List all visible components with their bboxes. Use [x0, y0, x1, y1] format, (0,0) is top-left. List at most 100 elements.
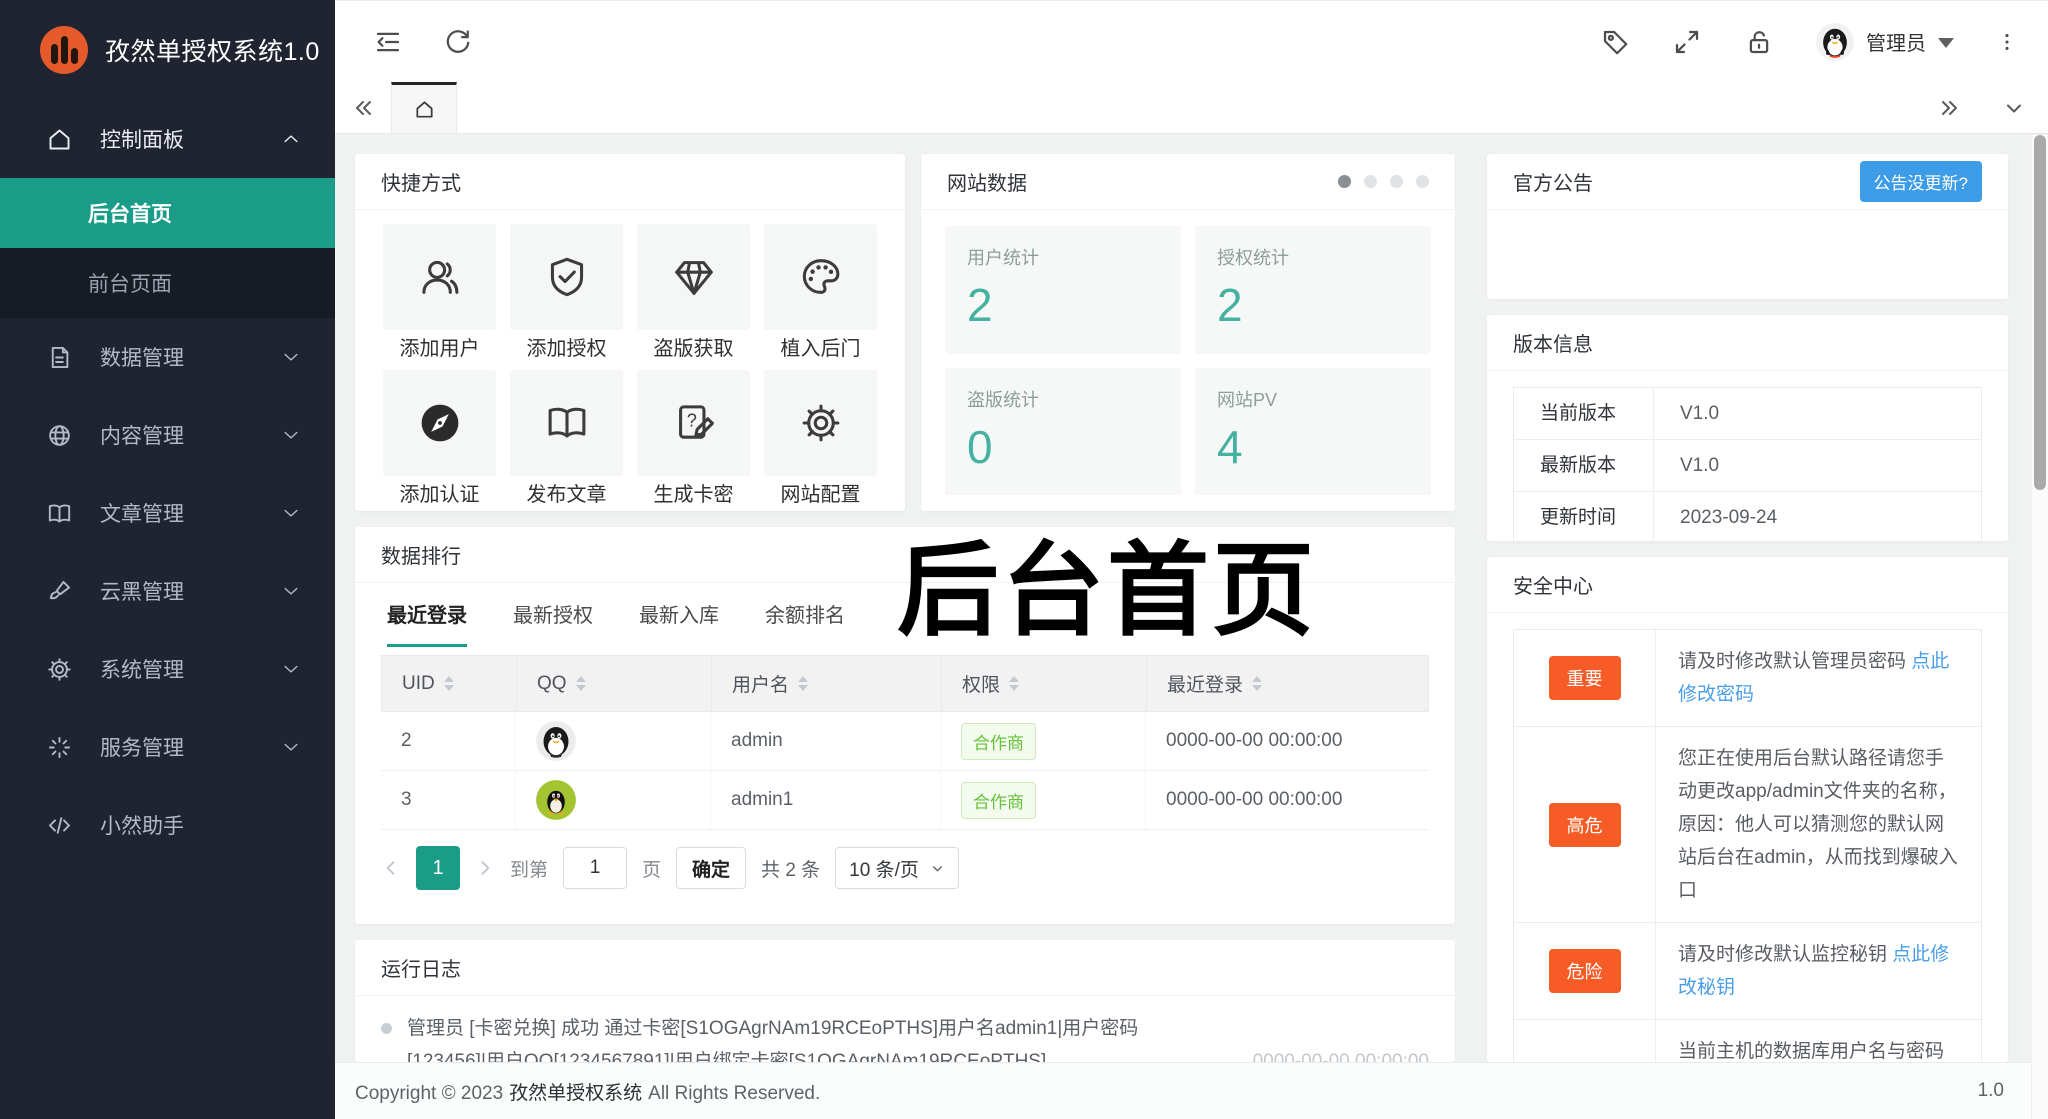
unlock-icon[interactable] [1744, 27, 1774, 57]
sidebar: 孜然单授权系统1.0 控制面板 后台首页 前台页面 数据管理 内容管理 文章管理… [0, 0, 335, 1119]
column-header-username[interactable]: 用户名 [712, 656, 942, 711]
sidebar-item-article-management[interactable]: 文章管理 [0, 474, 335, 552]
announcement-panel: 官方公告 公告没更新? [1487, 154, 2008, 299]
sidebar-item-service-management[interactable]: 服务管理 [0, 708, 335, 786]
log-timestamp: 0000-00-00 00:00:00 [1252, 1051, 1429, 1062]
sidebar-subitem-label: 前台页面 [88, 273, 172, 296]
current-page-button[interactable]: 1 [416, 846, 460, 890]
tabs-scroll-right-icon[interactable] [1922, 96, 1978, 120]
security-table: 重要 请及时修改默认管理员密码 点此修改密码 高危 您正在使用后台默认路径请您手… [1513, 629, 1982, 1062]
sidebar-item-data-management[interactable]: 数据管理 [0, 318, 335, 396]
security-row: 高危 您正在使用后台默认路径请您手动更改app/admin文件夹的名称，原因：他… [1514, 727, 1981, 923]
quick-action-backdoor[interactable]: 植入后门 [764, 224, 877, 362]
quick-action-publish-article[interactable]: 发布文章 [510, 370, 623, 508]
main-area: 管理员 后台首页 快捷方式 添加用户 添加授权 盗版获取 植入后门 添加认证 发… [335, 0, 2048, 1119]
tag-icon[interactable] [1600, 27, 1630, 57]
footer-version: 1.0 [1977, 1080, 2004, 1101]
svg-text:?: ? [686, 410, 696, 430]
quick-action-add-license[interactable]: 添加授权 [510, 224, 623, 362]
book-icon [46, 500, 73, 527]
sidebar-item-cloudblack-management[interactable]: 云黑管理 [0, 552, 335, 630]
stat-card-licenses: 授权统计 2 [1195, 226, 1431, 354]
refresh-icon[interactable] [443, 27, 473, 57]
app-title: 孜然单授权系统1.0 [105, 38, 320, 66]
confirm-page-button[interactable]: 确定 [676, 847, 747, 889]
tab-latest-storage[interactable]: 最新入库 [639, 583, 719, 647]
tab-recent-login[interactable]: 最近登录 [387, 583, 467, 647]
table-row: 3 admin1 合作商 0000-00-00 00:00:00 [381, 771, 1429, 830]
version-row: 最新版本 V1.0 [1514, 440, 1981, 492]
sidebar-item-frontend-page[interactable]: 前台页面 [0, 248, 335, 318]
compass-icon [421, 404, 458, 442]
chevron-down-icon [1938, 38, 1954, 48]
carousel-dot[interactable] [1390, 175, 1403, 188]
column-header-permission[interactable]: 权限 [942, 656, 1147, 711]
tab-home[interactable] [391, 82, 457, 133]
sidebar-item-backend-home[interactable]: 后台首页 [0, 178, 335, 248]
next-page-icon[interactable] [475, 858, 495, 878]
fullscreen-icon[interactable] [1672, 27, 1702, 57]
stat-card-pv: 网站PV 4 [1195, 367, 1431, 495]
code-icon [46, 812, 73, 839]
column-header-uid[interactable]: UID [382, 656, 517, 711]
quick-action-add-user[interactable]: 添加用户 [383, 224, 496, 362]
quick-action-site-config[interactable]: 网站配置 [764, 370, 877, 508]
role-badge: 合作商 [961, 781, 1036, 819]
table-row: 2 admin 合作商 0000-00-00 00:00:00 [381, 712, 1429, 771]
announcement-refresh-button[interactable]: 公告没更新? [1859, 161, 1982, 202]
sort-carets-icon [1009, 676, 1020, 691]
footer-brand: 孜然单授权系统 [509, 1082, 643, 1104]
panel-title: 官方公告 [1513, 173, 1593, 195]
carousel-dot[interactable] [1364, 175, 1377, 188]
sidebar-item-system-management[interactable]: 系统管理 [0, 630, 335, 708]
app-window: 孜然单授权系统1.0 控制面板 后台首页 前台页面 数据管理 内容管理 文章管理… [0, 0, 2048, 1119]
tabs-scroll-left-icon[interactable] [335, 82, 391, 133]
tab-balance-ranking[interactable]: 余额排名 [765, 583, 845, 647]
tabbar [335, 82, 2048, 134]
quick-action-add-auth[interactable]: 添加认证 [383, 370, 496, 508]
log-entry: 管理员 [卡密兑换] 成功 通过卡密[S1OGAgrNAm19RCEoPTHS]… [381, 1012, 1429, 1062]
quick-action-piracy-capture[interactable]: 盗版获取 [637, 224, 750, 362]
security-row: 重要 请及时修改默认管理员密码 点此修改密码 [1514, 630, 1981, 727]
sidebar-item-content-management[interactable]: 内容管理 [0, 396, 335, 474]
tab-latest-license[interactable]: 最新授权 [513, 583, 593, 647]
collapse-sidebar-icon[interactable] [373, 27, 403, 57]
scrollbar-track[interactable] [2031, 135, 2048, 1119]
role-badge: 合作商 [961, 722, 1036, 760]
username-label: 管理员 [1866, 33, 1926, 55]
sidebar-item-control-panel[interactable]: 控制面板 [0, 100, 335, 178]
carousel-dot[interactable] [1416, 175, 1429, 188]
chevron-down-icon [281, 737, 301, 757]
sidebar-item-assistant[interactable]: 小然助手 [0, 786, 335, 864]
cell-lastlogin: 0000-00-00 00:00:00 [1166, 789, 1343, 810]
log-bullet-icon [381, 1023, 392, 1034]
user-add-icon [421, 260, 458, 294]
copyright-text: Copyright © 2023 孜然单授权系统 All Rights Reserv… [355, 1082, 821, 1104]
scrollbar-thumb[interactable] [2034, 135, 2046, 490]
chevron-up-icon [281, 129, 301, 149]
home-icon [46, 126, 73, 153]
quick-action-generate-cardkey[interactable]: ? 生成卡密 [637, 370, 750, 508]
cell-username: admin1 [711, 771, 941, 829]
column-header-lastlogin[interactable]: 最近登录 [1147, 656, 1428, 711]
version-row: 更新时间 2023-09-24 [1514, 492, 1981, 543]
sidebar-item-label: 内容管理 [100, 425, 184, 448]
user-menu[interactable]: 管理员 [1816, 22, 1954, 61]
dashboard-content: 后台首页 快捷方式 添加用户 添加授权 盗版获取 植入后门 添加认证 发布文章 … [335, 134, 2048, 1062]
tabs-menu-icon[interactable] [1986, 96, 2042, 120]
kebab-menu-icon[interactable] [1996, 27, 2018, 57]
palette-icon [802, 259, 839, 294]
sidebar-item-label: 数据管理 [100, 347, 184, 370]
page-number-input[interactable] [563, 847, 628, 889]
page-size-select[interactable]: 10 条/页 [835, 847, 959, 889]
column-header-qq[interactable]: QQ [517, 656, 712, 711]
gear-icon [46, 656, 73, 683]
chevron-down-icon [281, 503, 301, 523]
stat-card-users: 用户统计 2 [945, 226, 1181, 354]
ranking-tabs: 最近登录 最新授权 最新入库 余额排名 [355, 583, 1455, 647]
sidebar-item-label: 文章管理 [100, 503, 184, 526]
sort-carets-icon [1252, 676, 1263, 691]
carousel-dot[interactable] [1338, 175, 1351, 188]
prev-page-icon[interactable] [381, 858, 401, 878]
cell-uid: 3 [381, 771, 516, 829]
